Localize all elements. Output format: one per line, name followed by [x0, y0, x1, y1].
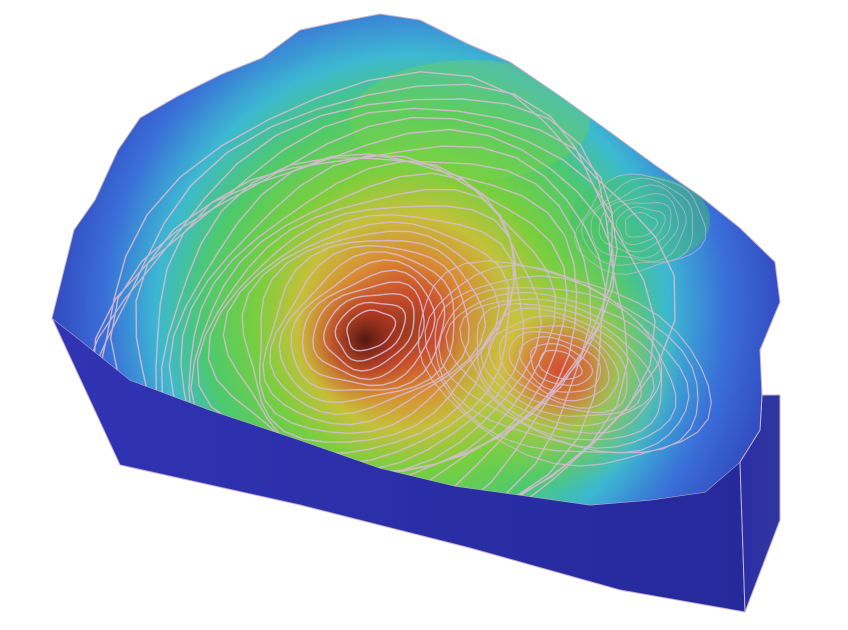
terrain-model-svg — [51, 13, 781, 613]
terrain-figure — [0, 0, 848, 630]
